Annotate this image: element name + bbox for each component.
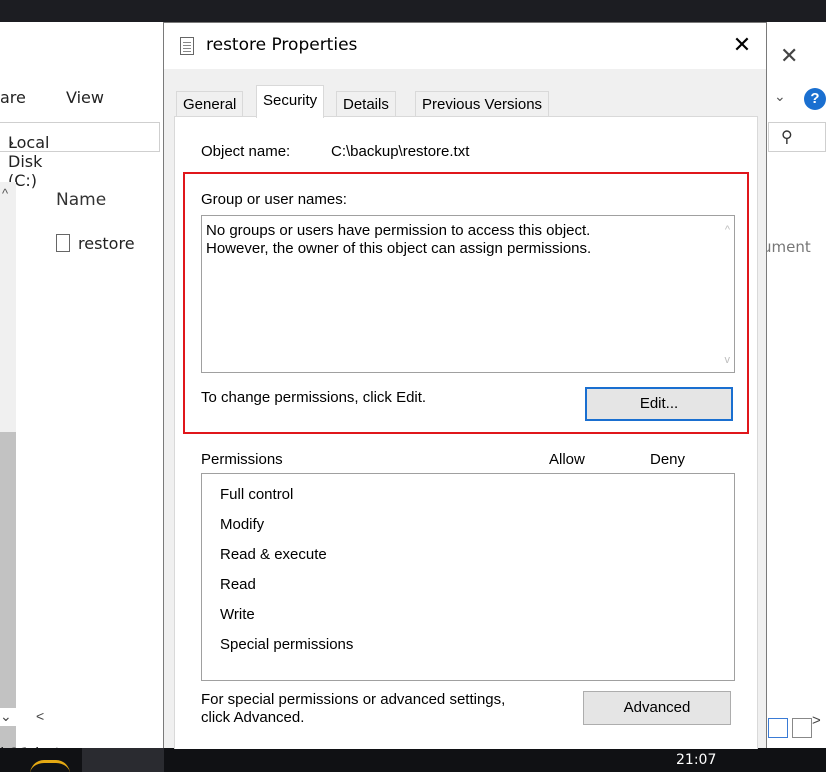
permissions-header: Permissions xyxy=(201,451,283,468)
view-toggle xyxy=(768,718,824,742)
dialog-title-bar[interactable]: restore Properties ✕ xyxy=(164,23,766,69)
file-item-restore[interactable]: restore xyxy=(56,234,135,253)
dialog-close-button[interactable]: ✕ xyxy=(722,29,762,63)
permission-special: Special permissions xyxy=(220,636,354,653)
taskbar-app-button[interactable] xyxy=(82,748,164,772)
tab-details[interactable]: Details xyxy=(336,91,396,117)
object-name-label: Object name: xyxy=(201,143,291,160)
permission-write: Write xyxy=(220,606,255,623)
list-scroll-down-icon[interactable]: v xyxy=(725,354,731,366)
search-icon: ⚲ xyxy=(781,129,793,146)
tab-general[interactable]: General xyxy=(176,91,244,117)
object-name-value: C:\backup\restore.txt xyxy=(331,143,470,160)
sort-ascending-icon: ^ xyxy=(2,186,9,201)
edit-button[interactable]: Edit... xyxy=(585,387,733,421)
window-top-band xyxy=(0,0,826,22)
address-chevron-icon[interactable]: › xyxy=(8,133,14,152)
permission-read-execute: Read & execute xyxy=(220,546,327,563)
permissions-list: Full control Modify Read & execute Read … xyxy=(201,473,735,681)
address-bar[interactable]: Local Disk (C:) › xyxy=(0,122,160,190)
scroll-down-icon[interactable]: ⌄ xyxy=(0,708,12,725)
properties-dialog: restore Properties ✕ General Security De… xyxy=(163,22,767,749)
group-user-list[interactable]: No groups or users have permission to ac… xyxy=(201,215,735,373)
file-icon xyxy=(180,37,194,55)
deny-header: Deny xyxy=(650,451,686,468)
large-icons-view-icon[interactable] xyxy=(792,718,812,738)
users-message-line1: No groups or users have permission to ac… xyxy=(206,222,591,239)
file-type-partial: ument xyxy=(762,238,811,256)
change-permissions-label: To change permissions, click Edit. xyxy=(201,389,427,406)
security-tab-panel: Object name: C:\backup\restore.txt Group… xyxy=(174,116,758,749)
group-names-label: Group or user names: xyxy=(201,191,347,208)
screen: are View ✕ ⌄ ? Local Disk (C:) › ⚲ ^ Nam… xyxy=(0,0,826,772)
nav-pane-scrollbar[interactable] xyxy=(0,182,16,772)
explorer-close-icon[interactable]: ✕ xyxy=(780,44,798,69)
ribbon-tab-share[interactable]: are xyxy=(0,88,26,107)
text-file-icon xyxy=(56,234,70,252)
search-box[interactable]: ⚲ xyxy=(768,122,826,152)
horizontal-scrollbar[interactable]: ⌄ < xyxy=(0,708,160,726)
clock-time[interactable]: 21:07 xyxy=(676,752,716,768)
advanced-button[interactable]: Advanced xyxy=(583,691,731,725)
file-name: restore xyxy=(78,234,135,253)
advanced-label-line2: click Advanced. xyxy=(201,709,305,726)
users-message-line2: However, the owner of this object can as… xyxy=(206,240,592,257)
advanced-label-line1: For special permissions or advanced sett… xyxy=(201,691,506,708)
tab-security[interactable]: Security xyxy=(256,85,325,118)
advanced-settings-label: For special permissions or advanced sett… xyxy=(201,691,505,727)
scroll-left-icon[interactable]: < xyxy=(36,708,44,724)
allow-header: Allow xyxy=(549,451,585,468)
details-view-icon[interactable] xyxy=(768,718,788,738)
help-icon[interactable]: ? xyxy=(804,88,826,110)
dialog-title: restore Properties xyxy=(206,35,358,55)
ribbon-tab-view[interactable]: View xyxy=(66,88,104,107)
permission-modify: Modify xyxy=(220,516,265,533)
list-scroll-up-icon[interactable]: ^ xyxy=(725,224,730,236)
permission-read: Read xyxy=(220,576,256,593)
permission-full-control: Full control xyxy=(220,486,294,503)
tab-previous-versions[interactable]: Previous Versions xyxy=(415,91,550,117)
ribbon-collapse-icon[interactable]: ⌄ xyxy=(774,88,786,105)
taskbar-app-logo[interactable] xyxy=(30,760,70,772)
column-header-name[interactable]: Name xyxy=(56,190,106,210)
taskbar: 21:07 xyxy=(0,748,826,772)
